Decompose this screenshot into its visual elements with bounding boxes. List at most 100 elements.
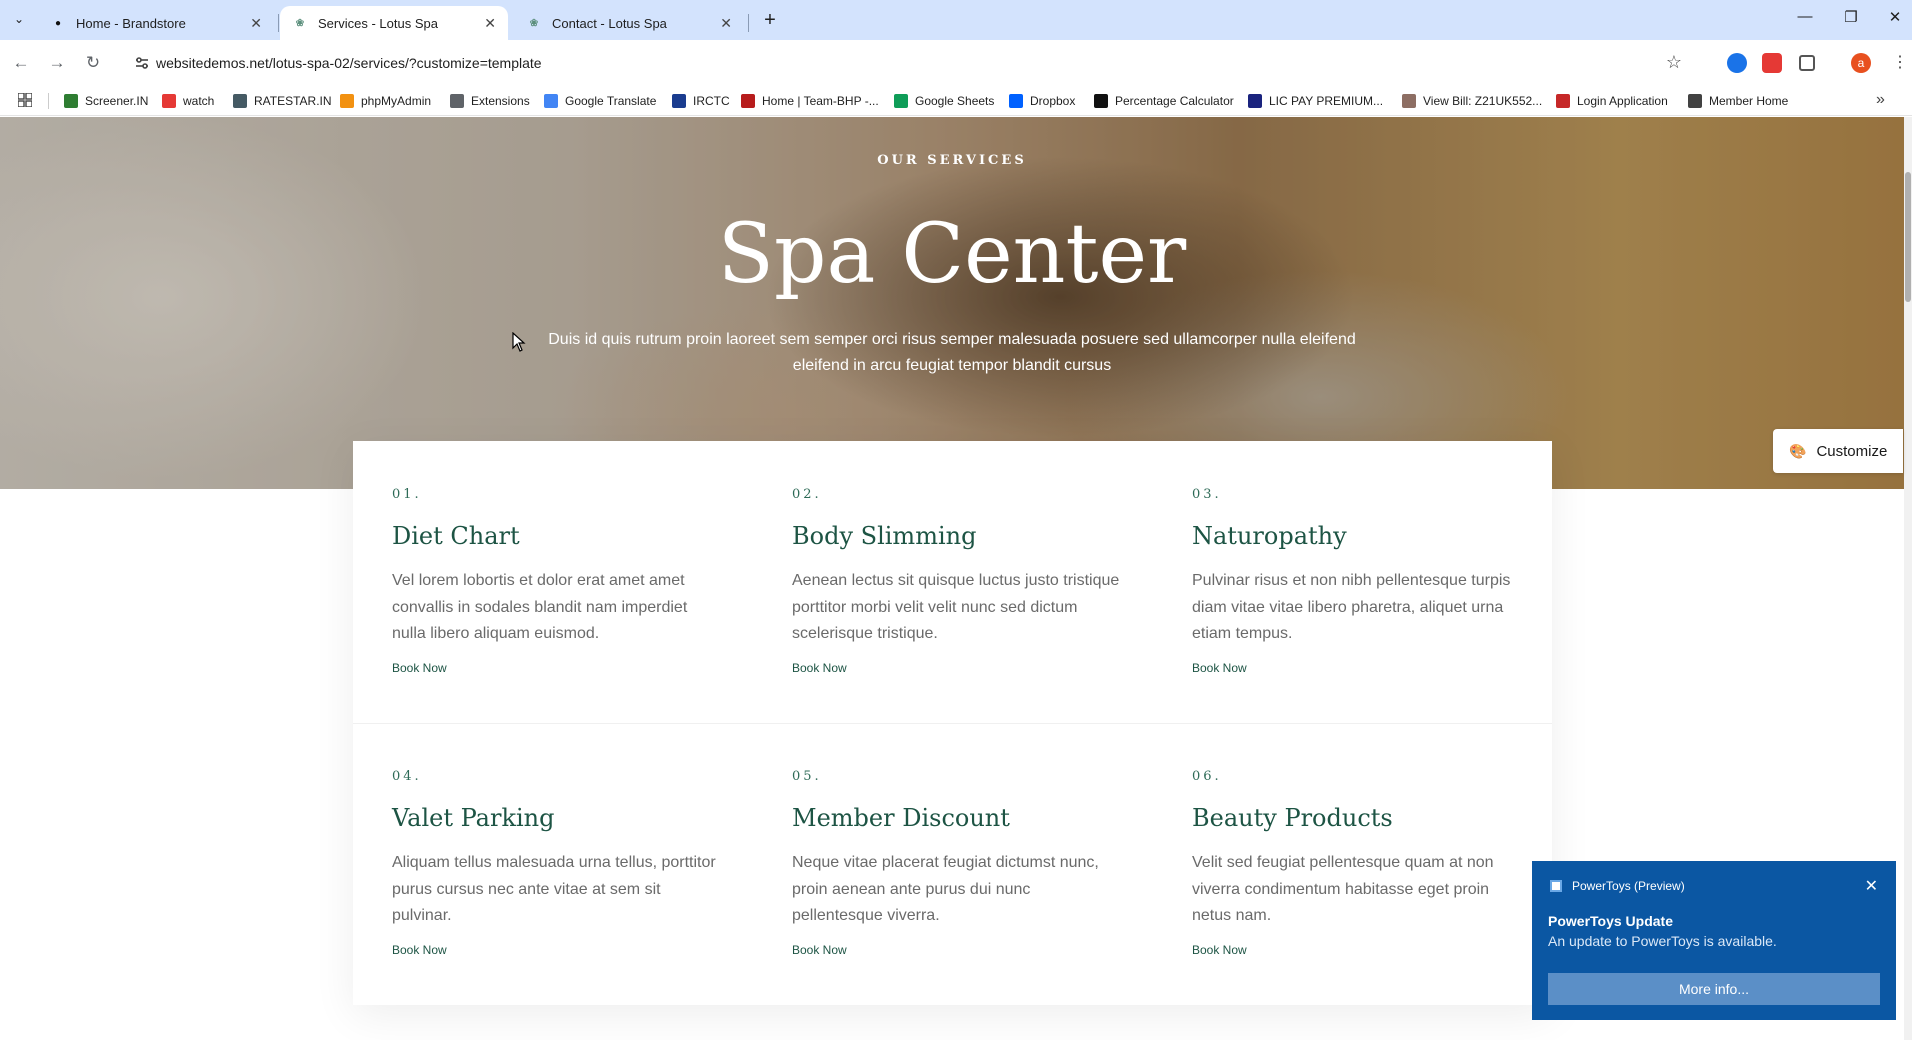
notification-title: PowerToys Update (1548, 913, 1673, 929)
book-now-link[interactable]: Book Now (392, 943, 722, 957)
tab-services-lotus-spa[interactable]: ❀ Services - Lotus Spa ✕ (280, 6, 508, 40)
bookmark-item[interactable]: Login Application (1556, 93, 1668, 109)
bookmark-favicon-icon (544, 94, 558, 108)
url-text[interactable]: websitedemos.net/lotus-spa-02/services/?… (156, 55, 542, 71)
bookmark-label: View Bill: Z21UK552... (1423, 94, 1543, 108)
bookmark-item[interactable]: Google Sheets (894, 93, 994, 109)
site-info-icon[interactable] (134, 55, 150, 71)
bookmark-item[interactable]: Dropbox (1009, 93, 1075, 109)
bookmark-favicon-icon (450, 94, 464, 108)
extensions-puzzle-icon[interactable] (1799, 55, 1815, 71)
restore-icon[interactable]: ❐ (1836, 8, 1866, 32)
bookmark-item[interactable]: Extensions (450, 93, 530, 109)
bookmark-star-icon[interactable]: ☆ (1666, 52, 1682, 73)
bookmark-favicon-icon (1556, 94, 1570, 108)
book-now-link[interactable]: Book Now (792, 943, 1122, 957)
customize-button[interactable]: 🎨 Customize (1773, 429, 1903, 473)
bookmark-favicon-icon (64, 94, 78, 108)
bookmark-item[interactable]: Google Translate (544, 93, 656, 109)
forward-icon[interactable]: → (44, 50, 70, 76)
mouse-cursor-icon (512, 332, 526, 352)
tab-bar: ⌄ ● Home - Brandstore ✕ ❀ Services - Lot… (0, 0, 1912, 40)
back-icon[interactable]: ← (8, 50, 34, 76)
notification-app-name: PowerToys (Preview) (1572, 879, 1685, 893)
apps-grid-icon[interactable] (18, 93, 32, 107)
bookmark-favicon-icon (1094, 94, 1108, 108)
bookmark-favicon-icon (1248, 94, 1262, 108)
bookmark-label: Screener.IN (85, 94, 149, 108)
tab-title: Contact - Lotus Spa (552, 15, 667, 31)
hero-banner: OUR SERVICES Spa Center Duis id quis rut… (0, 117, 1904, 489)
bookmark-label: Member Home (1709, 94, 1789, 108)
service-title: Diet Chart (392, 522, 520, 550)
tab-separator (278, 14, 279, 32)
more-info-button[interactable]: More info... (1548, 973, 1880, 1005)
bookmark-label: Percentage Calculator (1115, 94, 1234, 108)
close-icon[interactable]: ✕ (250, 15, 262, 32)
service-title: Valet Parking (392, 804, 555, 832)
bookmark-label: Extensions (471, 94, 530, 108)
bookmark-item[interactable]: IRCTC (672, 93, 730, 109)
bookmark-item[interactable]: RATESTAR.IN (233, 93, 332, 109)
bookmark-item[interactable]: Percentage Calculator (1094, 93, 1234, 109)
tab-search-icon[interactable]: ⌄ (8, 8, 30, 30)
bookmark-label: Home | Team-BHP -... (762, 94, 879, 108)
service-number: 03. (1192, 487, 1222, 502)
notification-app: PowerToys (Preview) (1550, 879, 1685, 893)
lotus-favicon: ❀ (295, 17, 305, 29)
scrollbar-thumb[interactable] (1905, 172, 1911, 302)
bookmark-item[interactable]: phpMyAdmin (340, 93, 431, 109)
bookmark-item[interactable]: Screener.IN (64, 93, 148, 109)
service-description: Aliquam tellus malesuada urna tellus, po… (392, 854, 716, 924)
browser-menu-icon[interactable]: ⋮ (1892, 52, 1908, 72)
bookmark-favicon-icon (162, 94, 176, 108)
extension-icon[interactable] (1727, 53, 1747, 73)
page-scrollbar[interactable] (1904, 117, 1912, 1040)
service-description: Neque vitae placerat feugiat dictumst nu… (792, 854, 1099, 924)
service-number: 06. (1192, 769, 1222, 784)
bookmark-favicon-icon (741, 94, 755, 108)
book-now-link[interactable]: Book Now (1192, 943, 1522, 957)
row-divider (353, 723, 1552, 724)
bookmark-item[interactable]: Home | Team-BHP -... (741, 93, 879, 109)
service-number: 05. (792, 769, 822, 784)
bookmark-label: IRCTC (693, 94, 730, 108)
bookmark-item[interactable]: LIC PAY PREMIUM... (1248, 93, 1383, 109)
bookmark-item[interactable]: Member Home (1688, 93, 1788, 109)
service-title: Naturopathy (1192, 522, 1347, 550)
service-number: 02. (792, 487, 822, 502)
close-icon[interactable]: ✕ (484, 15, 496, 32)
address-bar[interactable]: websitedemos.net/lotus-spa-02/services/?… (124, 46, 1694, 80)
hero-kicker: OUR SERVICES (877, 153, 1027, 168)
window-close-icon[interactable]: ✕ (1880, 8, 1910, 32)
close-icon[interactable]: ✕ (720, 15, 732, 32)
book-now-link[interactable]: Book Now (1192, 661, 1522, 675)
reload-icon[interactable]: ↻ (80, 50, 106, 76)
service-item: 02. Body Slimming Aenean lectus sit quis… (792, 487, 1122, 675)
book-now-link[interactable]: Book Now (392, 661, 722, 675)
service-description: Aenean lectus sit quisque luctus justo t… (792, 572, 1120, 642)
bookmark-favicon-icon (340, 94, 354, 108)
more-bookmarks-icon[interactable]: » (1876, 91, 1885, 109)
shield-extension-icon[interactable] (1762, 53, 1782, 73)
service-item: 03. Naturopathy Pulvinar risus et non ni… (1192, 487, 1522, 675)
service-description: Vel lorem lobortis et dolor erat amet am… (392, 572, 688, 642)
bookmark-label: Login Application (1577, 94, 1668, 108)
service-title: Member Discount (792, 804, 1010, 832)
brandstore-favicon: ● (54, 17, 62, 29)
tab-contact-lotus-spa[interactable]: ❀ Contact - Lotus Spa ✕ (514, 6, 744, 40)
service-number: 01. (392, 487, 422, 502)
service-item: 06. Beauty Products Velit sed feugiat pe… (1192, 769, 1522, 957)
powertoys-notification: PowerToys (Preview) ✕ PowerToys Update A… (1532, 861, 1896, 1020)
new-tab-button[interactable]: + (758, 9, 782, 33)
bookmark-favicon-icon (1009, 94, 1023, 108)
book-now-link[interactable]: Book Now (792, 661, 1122, 675)
bookmark-item[interactable]: watch (162, 93, 214, 109)
close-icon[interactable]: ✕ (1865, 876, 1878, 896)
minimize-icon[interactable]: — (1790, 8, 1820, 32)
tab-home-brandstore[interactable]: ● Home - Brandstore ✕ (38, 6, 274, 40)
customize-label: Customize (1816, 442, 1888, 460)
bookmark-favicon-icon (894, 94, 908, 108)
profile-avatar[interactable]: a (1851, 53, 1871, 73)
bookmark-item[interactable]: View Bill: Z21UK552... (1402, 93, 1542, 109)
